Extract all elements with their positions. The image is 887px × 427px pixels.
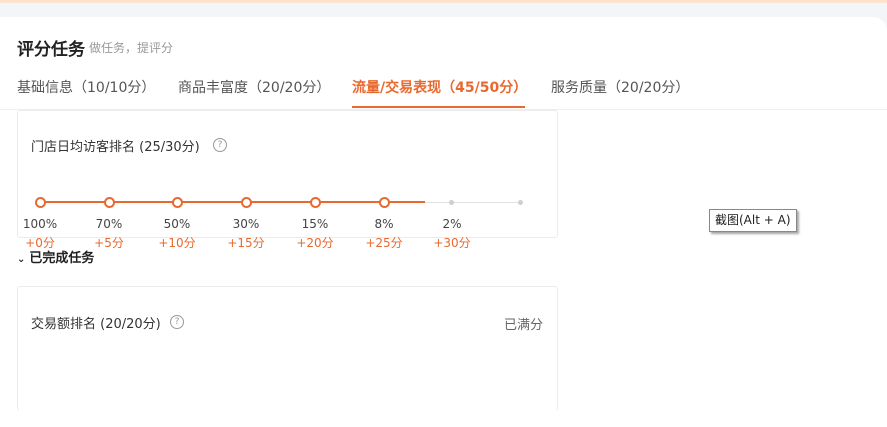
stepper-percent-label: 30% <box>232 217 260 231</box>
tab-bar: 基础信息（10/10分） 商品丰富度（20/20分） 流量/交易表现（45/50… <box>0 73 887 110</box>
task-title: 交易额排名 (20/20分) <box>31 317 161 332</box>
screenshot-tooltip: 截图(Alt + A) <box>709 209 797 232</box>
stepper-end-node <box>518 200 523 205</box>
completed-tasks-label: 已完成任务 <box>29 251 95 266</box>
stepper-percent-label: 70% <box>95 217 123 231</box>
stepper-percent-label: 100% <box>22 217 58 231</box>
stepper-node <box>241 197 252 208</box>
tab-basic-info[interactable]: 基础信息（10/10分） <box>17 77 155 97</box>
stepper-node <box>172 197 183 208</box>
task-title: 门店日均访客排名 (25/30分) <box>31 140 200 155</box>
stepper-percent-label: 8% <box>374 217 394 231</box>
question-circle-icon[interactable]: ? <box>213 138 227 152</box>
question-circle-icon[interactable]: ? <box>170 315 184 329</box>
tab-product-richness[interactable]: 商品丰富度（20/20分） <box>178 77 330 97</box>
stepper-node <box>310 197 321 208</box>
stepper-points-label: +15分 <box>227 236 265 250</box>
tab-traffic-transaction[interactable]: 流量/交易表现（45/50分） <box>352 77 527 97</box>
top-accent-strip <box>0 0 887 3</box>
stepper-percent-label: 15% <box>301 217 329 231</box>
stepper-node <box>35 197 46 208</box>
tab-service-quality[interactable]: 服务质量（20/20分） <box>551 77 689 97</box>
stepper-points-label: +30分 <box>433 236 471 250</box>
stepper-node <box>379 197 390 208</box>
active-tab-indicator <box>352 106 525 108</box>
page-subtitle: 做任务，提评分 <box>89 41 174 55</box>
completed-tasks-toggle[interactable]: ⌄ 已完成任务 <box>17 247 94 266</box>
stepper-node <box>449 200 454 205</box>
task-card-transaction-volume: 交易额排名 (20/20分) ? 已满分 <box>17 286 558 411</box>
stepper-points-label: +5分 <box>94 236 124 250</box>
full-score-status: 已满分 <box>503 318 543 333</box>
stepper-points-label: +10分 <box>158 236 196 250</box>
stepper-percent-label: 2% <box>442 217 462 231</box>
stepper-points-label: +25分 <box>365 236 403 250</box>
page-title: 评分任务 <box>17 40 85 60</box>
stepper-node <box>104 197 115 208</box>
stepper-points-label: +20分 <box>296 236 334 250</box>
chevron-down-icon: ⌄ <box>17 254 26 265</box>
stepper-progress <box>40 201 425 203</box>
stepper-percent-label: 50% <box>163 217 191 231</box>
